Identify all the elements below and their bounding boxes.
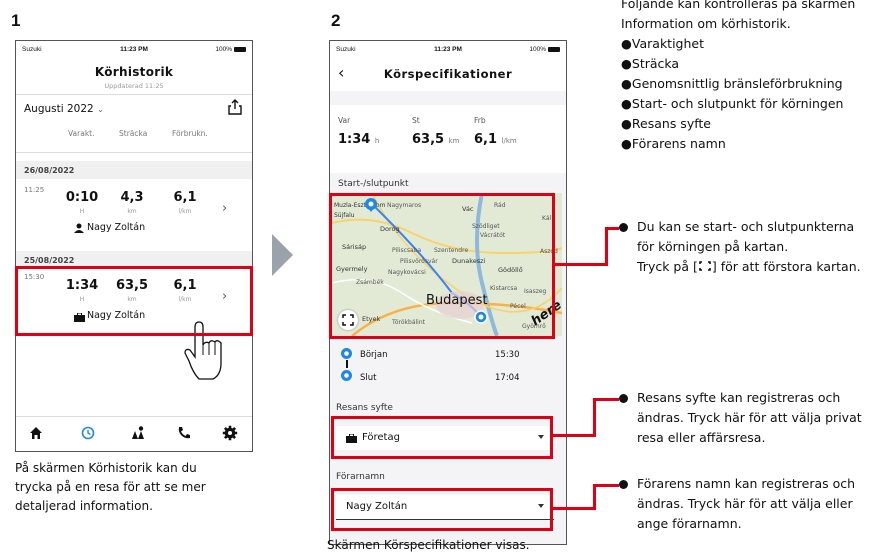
selected-trip-highlight: [15, 266, 253, 336]
purpose-note: Resans syfte kan registreras och ändras.…: [637, 390, 862, 445]
stats-panel: Var 1:34 h St 63,5 km Frb 6,1 l/km: [330, 105, 566, 173]
home-icon[interactable]: [28, 425, 44, 441]
screen2-caption: Skärmen Körspecifikationer visas.: [327, 538, 530, 552]
start-label: Början: [360, 350, 388, 360]
end-time: 17:04: [495, 373, 520, 383]
purpose-highlight: [331, 416, 553, 459]
driver-highlight: [331, 488, 553, 531]
status-bar: Suzuki 11:23 PM 100%: [16, 41, 252, 57]
bottom-nav: [16, 416, 252, 451]
column-duration: Varakt.: [68, 129, 95, 138]
step-number-2: 2: [331, 11, 341, 30]
column-distance: Sträcka: [119, 129, 148, 138]
map-highlight: [329, 193, 555, 339]
distance-value: 63,5 km: [412, 132, 460, 147]
expand-icon: [699, 261, 711, 271]
history-icon[interactable]: [80, 425, 96, 441]
map-note: Du kan se start- och slutpunkterna för k…: [637, 219, 861, 274]
battery-icon: [234, 46, 246, 52]
battery-icon: [548, 46, 560, 52]
column-consumption: Förbrukn.: [172, 129, 208, 138]
screen1-caption: På skärmen Körhistorik kan du trycka på e…: [15, 461, 206, 513]
route-label: Start-/slutpunkt: [338, 179, 409, 189]
battery-indicator: 100%: [215, 46, 246, 53]
status-bar: Suzuki 11:23 PM 100%: [330, 41, 566, 57]
end-marker-icon: [341, 370, 352, 381]
date-header: 26/08/2022: [16, 161, 252, 179]
driver-note: Förarens namn kan registreras och ändras…: [637, 476, 856, 531]
start-marker-icon: [341, 348, 352, 359]
driver-label: Förarnamn: [336, 472, 385, 482]
history-screen: Suzuki 11:23 PM 100% Körhistorik Uppdate…: [15, 40, 253, 452]
settings-icon[interactable]: [222, 425, 238, 441]
start-time: 15:30: [495, 350, 520, 360]
person-icon: [74, 223, 84, 233]
chevron-right-icon: ›: [222, 201, 228, 216]
duration-value: 1:34 h: [338, 132, 380, 147]
month-selector[interactable]: Augusti 2022 ⌄: [24, 103, 104, 115]
page-title: Körhistorik: [94, 65, 174, 79]
battery-indicator: 100%: [529, 46, 560, 53]
consumption-value: 6,1 l/km: [474, 132, 517, 147]
step-number-1: 1: [11, 11, 21, 30]
map-icon[interactable]: [131, 425, 147, 441]
updated-label: Uppdaterad 11:25: [104, 82, 164, 90]
end-label: Slut: [360, 373, 377, 383]
share-icon[interactable]: [228, 99, 242, 115]
notes-intro: Följande kan kontrolleras på skärmen Inf…: [621, 0, 856, 151]
next-arrow: [272, 234, 293, 276]
phone-icon[interactable]: [176, 425, 192, 441]
purpose-label: Resans syfte: [336, 403, 393, 413]
chevron-down-icon: ⌄: [97, 105, 104, 114]
page-title: Körspecifikationer: [383, 67, 513, 81]
